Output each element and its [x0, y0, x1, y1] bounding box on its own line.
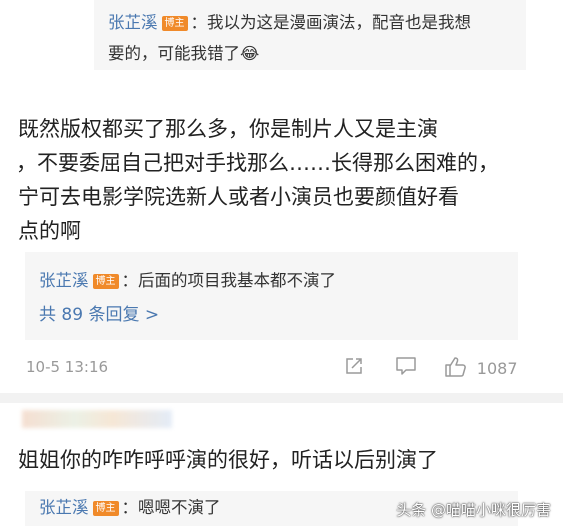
blogger-badge: 博主: [92, 274, 119, 289]
thumbs-up-icon: [445, 357, 466, 377]
blogger-badge: 博主: [92, 501, 119, 516]
reply-mid-line: 张芷溪 博主 ：后面的项目我基本都不演了: [39, 266, 336, 296]
comment-icon[interactable]: [395, 356, 417, 380]
comment-timestamp: 10-5 13:16: [26, 358, 109, 376]
comment-body: 姐姐你的咋咋呼呼演的很好，听话以后别演了: [18, 448, 438, 472]
like-button[interactable]: 1087: [444, 356, 518, 378]
reply-author-link[interactable]: 张芷溪: [39, 498, 89, 517]
reply-top-line2: 要的，可能我错了😂: [108, 44, 260, 63]
reply-text: ：我以为这是漫画演法，配音也是我想: [190, 13, 472, 32]
source-watermark: 头条 @喵喵小咪很厉害: [396, 501, 551, 519]
more-replies-link[interactable]: 共 89 条回复 >: [39, 300, 159, 330]
comment-line: 既然版权都买了那么多，你是制片人又是主演: [18, 117, 438, 141]
reply-author-link[interactable]: 张芷溪: [39, 271, 89, 290]
like-count: 1087: [476, 359, 518, 378]
reply-bottom-line: 张芷溪 博主 ：嗯嗯不演了: [39, 493, 221, 523]
comment-line: 点的啊: [18, 219, 81, 243]
share-icon-svg: [346, 358, 362, 374]
comment-line: 宁可去电影学院选新人或者小演员也要颜值好看: [18, 185, 459, 209]
comment-icon-svg: [396, 357, 416, 375]
reply-top: 张芷溪 博主 ：我以为这是漫画演法，配音也是我想 要的，可能我错了😂: [94, 0, 526, 70]
comment-line: ，不要委屈自己把对手找那么……长得那么困难的，: [16, 151, 499, 175]
reply-mid: 张芷溪 博主 ：后面的项目我基本都不演了 共 89 条回复 >: [25, 252, 518, 340]
reply-author-link[interactable]: 张芷溪: [108, 13, 158, 32]
blurred-username: [22, 410, 172, 428]
reply-text: ：嗯嗯不演了: [121, 498, 221, 517]
blogger-badge: 博主: [161, 16, 188, 31]
reply-top-line1: 张芷溪 博主 ：我以为这是漫画演法，配音也是我想: [108, 8, 471, 38]
reply-text: ：后面的项目我基本都不演了: [121, 271, 337, 290]
comment-body: 既然版权都买了那么多，你是制片人又是主演 ，不要委屈自己把对手找那么……长得那么…: [16, 112, 538, 248]
comment-divider: [0, 393, 563, 403]
share-icon[interactable]: [344, 356, 364, 380]
